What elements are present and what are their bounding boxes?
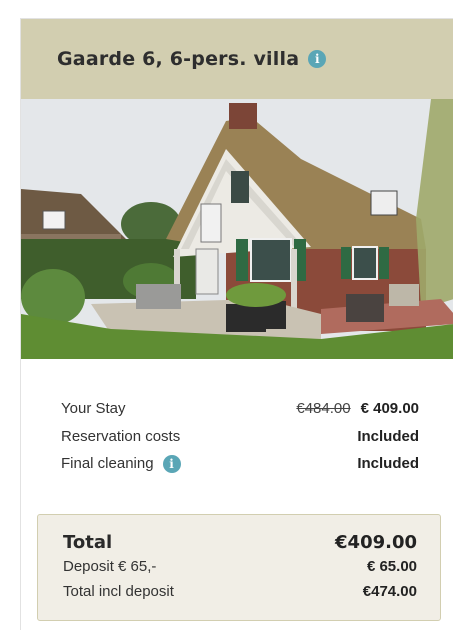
total-label: Total [63,532,113,553]
deposit-row: Deposit € 65,- € 65.00 [63,558,417,583]
total-incl-deposit-label: Total incl deposit [63,583,174,600]
price-row-stay: Your Stay €484.00 € 409.00 [61,395,419,423]
total-row: Total €409.00 [63,532,417,558]
info-icon[interactable]: i [308,50,327,68]
total-value: €409.00 [335,532,417,553]
total-incl-deposit-value: €474.00 [362,583,417,600]
stay-current-price: € 409.00 [360,400,419,418]
stay-old-price: €484.00 [296,400,351,418]
villa-photo [21,99,453,359]
booking-summary-card: Gaarde 6, 6-pers. villa i Your Stay €484… [20,18,453,630]
deposit-label: Deposit € 65,- [63,558,157,575]
card-header: Gaarde 6, 6-pers. villa i [21,19,453,99]
stay-label: Your Stay [61,400,126,418]
villa-title: Gaarde 6, 6-pers. villa [57,48,300,70]
info-icon[interactable]: i [162,454,181,473]
price-row-reservation: Reservation costs Included [61,423,419,451]
cleaning-label: Final cleaning [61,455,154,473]
price-breakdown: Your Stay €484.00 € 409.00 Reservation co… [21,359,453,478]
cleaning-value: Included [357,455,419,473]
reservation-value: Included [357,427,419,445]
reservation-label: Reservation costs [61,427,181,445]
totals-box: Total €409.00 Deposit € 65,- € 65.00 Tot… [37,514,441,621]
total-incl-deposit-row: Total incl deposit €474.00 [63,583,417,608]
price-row-cleaning: Final cleaning i Included [61,450,419,478]
stay-price: €484.00 € 409.00 [296,400,419,417]
deposit-value: € 65.00 [366,558,417,575]
cleaning-label-group: Final cleaning i [61,454,181,473]
